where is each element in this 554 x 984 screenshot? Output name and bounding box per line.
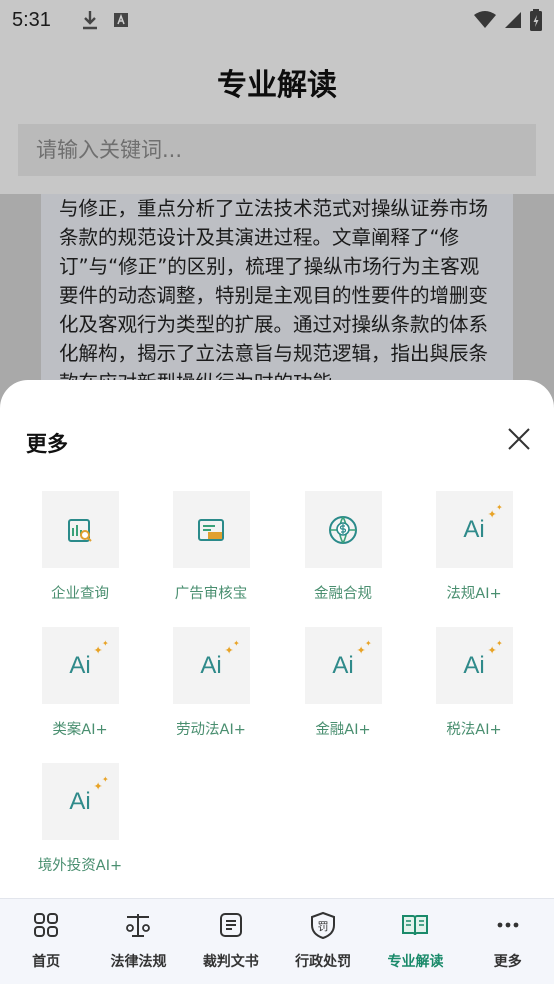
grid-item-finance-ai[interactable]: Ai ✦ ✦ 金融AI+ <box>277 627 409 739</box>
tile: Ai ✦ ✦ <box>435 627 513 704</box>
grid-item-label: 金融AI+ <box>315 722 371 738</box>
nav-label: 行政处罚 <box>295 954 352 970</box>
grid-item-regulation-ai[interactable]: Ai ✦ ✦ 法规AI+ <box>408 491 540 603</box>
nav-label: 首页 <box>32 954 61 970</box>
tile: Ai ✦ ✦ <box>435 491 513 568</box>
grid-item-label: 税法AI+ <box>446 722 502 738</box>
grid-item-label: 类案AI+ <box>52 722 108 738</box>
tile: Ai ✦ ✦ <box>41 763 119 840</box>
scales-icon <box>126 914 151 937</box>
finance-globe-icon <box>329 515 357 544</box>
nav-label: 裁判文书 <box>202 954 259 970</box>
grid-item-label: 法规AI+ <box>446 586 502 602</box>
tile: Ai ✦ ✦ <box>172 627 250 704</box>
ai-icon: Ai ✦ ✦ <box>332 638 372 679</box>
sheet-title: 更多 <box>26 432 68 456</box>
company-search-icon <box>68 518 92 542</box>
ai-icon: Ai ✦ ✦ <box>69 638 109 679</box>
ai-icon: Ai ✦ ✦ <box>69 774 109 815</box>
grid-item-labor-law-ai[interactable]: Ai ✦ ✦ 劳动法AI+ <box>145 627 277 739</box>
grid-item-label: 境外投资AI+ <box>37 858 123 874</box>
grid-item-label: 劳动法AI+ <box>176 722 246 738</box>
nav-item-penalties[interactable]: 罚 行政处罚 <box>277 899 369 984</box>
nav-item-laws[interactable]: 法律法规 <box>92 899 184 984</box>
tile <box>41 491 119 568</box>
grid-item-overseas-investment-ai[interactable]: Ai ✦ ✦ 境外投资AI+ <box>14 763 146 875</box>
bottom-nav: 首页 法律法规 裁判文书 罚 行政处罚 专业解读 更多 <box>0 898 554 984</box>
tile: Ai ✦ ✦ <box>304 627 382 704</box>
nav-item-expert-reading[interactable]: 专业解读 <box>369 899 461 984</box>
more-dots-icon <box>497 922 519 928</box>
shield-penalty-icon: 罚 <box>311 911 336 939</box>
nav-item-more[interactable]: 更多 <box>462 899 554 984</box>
penalty-glyph: 罚 <box>318 920 329 933</box>
open-book-icon <box>402 915 429 936</box>
nav-label: 专业解读 <box>387 954 444 970</box>
nav-item-judgments[interactable]: 裁判文书 <box>185 899 277 984</box>
document-icon <box>219 913 242 937</box>
grid-item-label: 金融合规 <box>314 586 372 602</box>
grid-item-finance-compliance[interactable]: 金融合规 <box>277 491 409 603</box>
tile: Ai ✦ ✦ <box>41 627 119 704</box>
nav-label: 更多 <box>493 954 522 970</box>
tile <box>172 491 250 568</box>
home-grid-icon <box>34 913 59 937</box>
ai-icon: Ai ✦ ✦ <box>463 502 503 543</box>
nav-label: 法律法规 <box>110 954 167 970</box>
grid-item-case-ai[interactable]: Ai ✦ ✦ 类案AI+ <box>14 627 146 739</box>
grid-item-ad-check[interactable]: 广告审核宝 <box>145 491 277 603</box>
ad-check-icon <box>198 518 224 541</box>
nav-item-home[interactable]: 首页 <box>0 899 92 984</box>
grid-item-tax-law-ai[interactable]: Ai ✦ ✦ 税法AI+ <box>408 627 540 739</box>
close-icon[interactable] <box>506 426 532 452</box>
grid-item-company-search[interactable]: 企业查询 <box>14 491 146 603</box>
grid-item-label: 广告审核宝 <box>174 586 248 602</box>
tile <box>304 491 382 568</box>
grid-item-label: 企业查询 <box>51 586 109 602</box>
ai-icon: Ai ✦ ✦ <box>463 638 503 679</box>
ai-icon: Ai ✦ ✦ <box>200 638 240 679</box>
more-sheet: 更多 企业查询 广告审核宝 金融合规 Ai ✦ ✦ 法规AI+ Ai ✦ ✦ 类… <box>0 380 554 900</box>
